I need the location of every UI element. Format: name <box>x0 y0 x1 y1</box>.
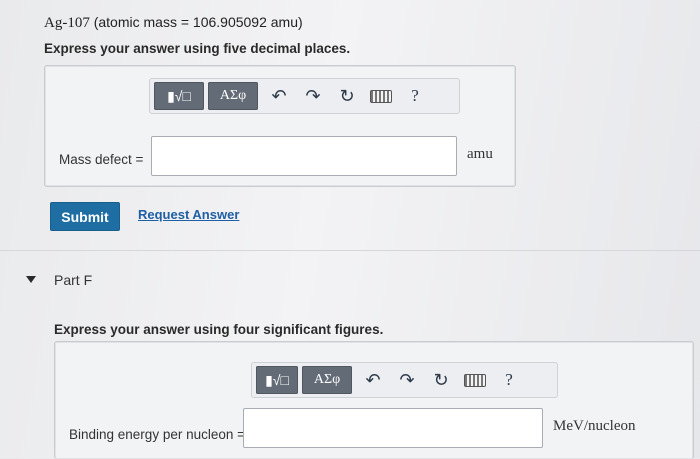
part-f-keyboard-button[interactable] <box>458 366 492 394</box>
mass-defect-unit: amu <box>467 146 493 162</box>
section-divider <box>0 250 700 251</box>
greek-symbols-label: AΣφ <box>313 372 341 387</box>
undo-button[interactable]: ↶ <box>262 82 296 110</box>
binding-energy-label: Binding energy per nucleon = <box>69 427 246 442</box>
reset-icon: ↻ <box>339 85 355 106</box>
binding-energy-unit: MeV/nucleon <box>553 418 636 434</box>
part-f-instruction: Express your answer using four significa… <box>54 322 384 337</box>
atomic-mass-text: (atomic mass = 106.905092 amu) <box>93 14 303 30</box>
math-toolbar: ▮√□ AΣφ ↶ ↷ ↻ ? <box>149 78 460 114</box>
answer-panel: ▮√□ AΣφ ↶ ↷ ↻ ? Mass defect = amu <box>44 65 516 187</box>
request-answer-link[interactable]: Request Answer <box>138 207 239 222</box>
part-f-math-toolbar: ▮√□ AΣφ ↶ ↷ ↻ ? <box>251 362 558 398</box>
templates-icon: ▮√□ <box>265 371 289 388</box>
part-f-redo-button[interactable]: ↷ <box>390 366 424 394</box>
redo-icon: ↷ <box>399 369 415 390</box>
isotope-symbol: Ag-107 <box>44 15 90 31</box>
submit-button[interactable]: Submit <box>50 202 120 231</box>
keyboard-icon <box>370 89 392 103</box>
part-f-reset-button[interactable]: ↻ <box>424 366 458 394</box>
collapse-arrow-icon[interactable] <box>26 276 36 283</box>
templates-icon: ▮√□ <box>167 87 191 104</box>
templates-button[interactable]: ▮√□ <box>154 82 204 110</box>
keyboard-icon <box>464 373 486 387</box>
reset-icon: ↻ <box>433 369 449 390</box>
part-f-answer-panel: ▮√□ AΣφ ↶ ↷ ↻ ? Binding energy per nucle… <box>54 341 694 459</box>
part-f-help-button[interactable]: ? <box>492 366 526 394</box>
part-f-templates-button[interactable]: ▮√□ <box>256 366 298 394</box>
binding-energy-input[interactable] <box>243 408 543 448</box>
mass-defect-label: Mass defect = <box>59 152 144 167</box>
help-icon: ? <box>411 86 419 105</box>
part-f-undo-button[interactable]: ↶ <box>356 366 390 394</box>
question-text: Ag-107 (atomic mass = 106.905092 amu) <box>44 14 303 32</box>
greek-symbols-label: AΣφ <box>219 88 247 103</box>
part-f-greek-symbols-button[interactable]: AΣφ <box>302 366 352 394</box>
instruction-text: Express your answer using five decimal p… <box>44 41 351 56</box>
mass-defect-input[interactable] <box>151 136 457 176</box>
undo-icon: ↶ <box>271 85 287 106</box>
redo-icon: ↷ <box>305 85 321 106</box>
keyboard-button[interactable] <box>364 82 398 110</box>
undo-icon: ↶ <box>365 369 381 390</box>
greek-symbols-button[interactable]: AΣφ <box>208 82 258 110</box>
help-icon: ? <box>505 370 513 389</box>
reset-button[interactable]: ↻ <box>330 82 364 110</box>
redo-button[interactable]: ↷ <box>296 82 330 110</box>
part-f-title: Part F <box>54 272 93 288</box>
help-button[interactable]: ? <box>398 82 432 110</box>
